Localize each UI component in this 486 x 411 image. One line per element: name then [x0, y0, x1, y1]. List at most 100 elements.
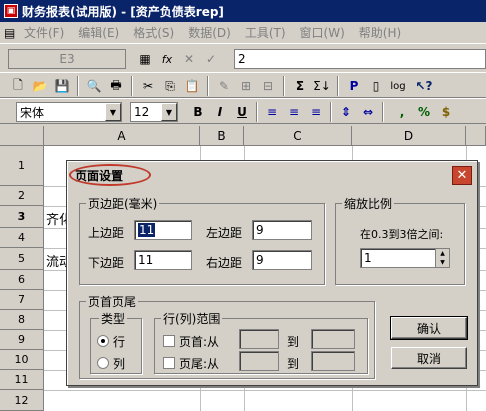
- log-button[interactable]: log: [388, 77, 408, 95]
- menu-window[interactable]: 窗口(W): [300, 24, 345, 41]
- paste-icon[interactable]: 📋: [182, 77, 202, 95]
- type-column-radio[interactable]: [97, 357, 109, 369]
- align-right-icon[interactable]: ≡: [306, 103, 326, 121]
- sum-icon[interactable]: Σ: [290, 77, 310, 95]
- ok-button[interactable]: 确认: [390, 316, 468, 340]
- print-preview-icon[interactable]: 🔍: [84, 77, 104, 95]
- menu-edit[interactable]: 编辑(E): [78, 24, 119, 41]
- spin-up-icon[interactable]: ▲: [440, 250, 445, 257]
- menu-help[interactable]: 帮助(H): [359, 24, 401, 41]
- percent-style-button[interactable]: %: [414, 103, 434, 121]
- scale-legend: 缩放比例: [342, 195, 395, 212]
- header-from-label: 页首:从: [179, 335, 220, 349]
- menu-data[interactable]: 数据(D): [188, 24, 231, 41]
- save-icon[interactable]: 💾: [52, 77, 72, 95]
- footer-to-input[interactable]: [311, 351, 355, 371]
- type-legend: 类型: [99, 310, 128, 327]
- merge-cells-icon[interactable]: ⇔: [358, 103, 378, 121]
- underline-button[interactable]: U: [232, 103, 252, 121]
- bold-button[interactable]: B: [188, 103, 208, 121]
- copy-icon[interactable]: ⎘: [160, 77, 180, 95]
- column-header-d[interactable]: D: [352, 126, 466, 146]
- header-checkbox[interactable]: [163, 335, 175, 347]
- select-all-corner[interactable]: [0, 126, 44, 146]
- row-header[interactable]: 1: [0, 146, 44, 186]
- scale-hint: 在0.3到3倍之间:: [360, 228, 444, 241]
- row-header[interactable]: 9: [0, 330, 44, 350]
- page-icon[interactable]: ▯: [366, 77, 386, 95]
- row-header[interactable]: 2: [0, 186, 44, 206]
- p-button[interactable]: P: [344, 77, 364, 95]
- row-header[interactable]: 12: [0, 390, 44, 411]
- header-to-input[interactable]: [311, 329, 355, 349]
- scale-spinner[interactable]: ▲ ▼: [435, 249, 449, 267]
- right-margin-input[interactable]: 9: [252, 250, 312, 270]
- comma-style-button[interactable]: ,: [392, 103, 412, 121]
- type-row-radio[interactable]: [97, 335, 109, 347]
- type-column-label[interactable]: 列: [113, 355, 125, 372]
- row-header[interactable]: 11: [0, 370, 44, 390]
- menu-format[interactable]: 格式(S): [133, 24, 174, 41]
- column-header-c[interactable]: C: [244, 126, 352, 146]
- font-select[interactable]: 宋体 ▼: [16, 102, 122, 122]
- cell-reference-box[interactable]: E3: [8, 49, 126, 69]
- calculator-icon[interactable]: ▦: [136, 50, 154, 68]
- header-from-input[interactable]: [239, 329, 279, 349]
- left-margin-input[interactable]: 9: [252, 220, 312, 240]
- italic-button[interactable]: I: [210, 103, 230, 121]
- cancel-edit-icon[interactable]: ✕: [180, 50, 198, 68]
- margins-group: 页边距(毫米) 上边距 11 左边距 9 下边距 11 右边距 9: [79, 195, 325, 285]
- column-header-b[interactable]: B: [200, 126, 244, 146]
- delete-row-icon[interactable]: ⊟: [258, 77, 278, 95]
- font-size-value: 12: [134, 105, 150, 119]
- top-margin-input[interactable]: 11: [134, 220, 192, 240]
- row-header[interactable]: 4: [0, 228, 44, 248]
- close-button[interactable]: ✕: [452, 166, 472, 185]
- document-icon[interactable]: ▤: [4, 26, 18, 40]
- formula-input[interactable]: 2: [234, 49, 486, 69]
- top-margin-value: 11: [138, 223, 156, 237]
- footer-from-input[interactable]: [239, 351, 279, 371]
- help-pointer-icon[interactable]: ↖?: [414, 77, 434, 95]
- header-footer-legend: 页首页尾: [86, 293, 139, 310]
- dialog-title-bar[interactable]: 页面设置 ✕: [69, 163, 475, 187]
- row-header[interactable]: 5: [0, 248, 44, 270]
- chevron-down-icon[interactable]: ▼: [105, 103, 121, 121]
- font-size-select[interactable]: 12 ▼: [130, 102, 178, 122]
- left-margin-label: 左边距: [206, 226, 243, 240]
- currency-style-button[interactable]: $: [436, 103, 456, 121]
- function-button[interactable]: fx: [158, 50, 176, 68]
- row-header[interactable]: 3: [0, 206, 44, 228]
- column-header-e[interactable]: [466, 126, 486, 146]
- scale-input[interactable]: 1 ▲ ▼: [360, 248, 450, 268]
- row-header[interactable]: 10: [0, 350, 44, 370]
- footer-checkbox[interactable]: [163, 357, 175, 369]
- column-header-a[interactable]: A: [44, 126, 200, 146]
- type-row-label[interactable]: 行: [113, 333, 125, 350]
- new-file-icon[interactable]: 🗋: [8, 77, 28, 95]
- cut-icon[interactable]: ✂: [138, 77, 158, 95]
- open-folder-icon[interactable]: 📂: [30, 77, 50, 95]
- row-header[interactable]: 8: [0, 310, 44, 330]
- range-legend: 行(列)范围: [161, 310, 223, 327]
- vertical-align-icon[interactable]: ⇕: [336, 103, 356, 121]
- footer-from-label: 页尾:从: [179, 357, 220, 371]
- spin-down-icon[interactable]: ▼: [440, 259, 445, 266]
- cancel-button[interactable]: 取消: [391, 347, 467, 369]
- format-painter-icon[interactable]: ✎: [214, 77, 234, 95]
- align-left-icon[interactable]: ≡: [262, 103, 282, 121]
- align-center-icon[interactable]: ≡: [284, 103, 304, 121]
- row-header[interactable]: 6: [0, 270, 44, 290]
- insert-row-icon[interactable]: ⊞: [236, 77, 256, 95]
- sum-down-icon[interactable]: Σ↓: [312, 77, 332, 95]
- header-footer-group: 页首页尾 类型 行 列 行(列)范围 页首:从 到 页尾:从 到: [79, 293, 375, 379]
- chevron-down-icon[interactable]: ▼: [161, 103, 177, 121]
- title-highlight-oval: [69, 164, 151, 186]
- row-header[interactable]: 7: [0, 290, 44, 310]
- confirm-edit-icon[interactable]: ✓: [202, 50, 220, 68]
- bottom-margin-input[interactable]: 11: [134, 250, 192, 270]
- menu-file[interactable]: 文件(F): [24, 24, 64, 41]
- menu-tools[interactable]: 工具(T): [245, 24, 286, 41]
- scale-value: 1: [364, 251, 372, 265]
- print-icon[interactable]: 🖶: [106, 77, 126, 95]
